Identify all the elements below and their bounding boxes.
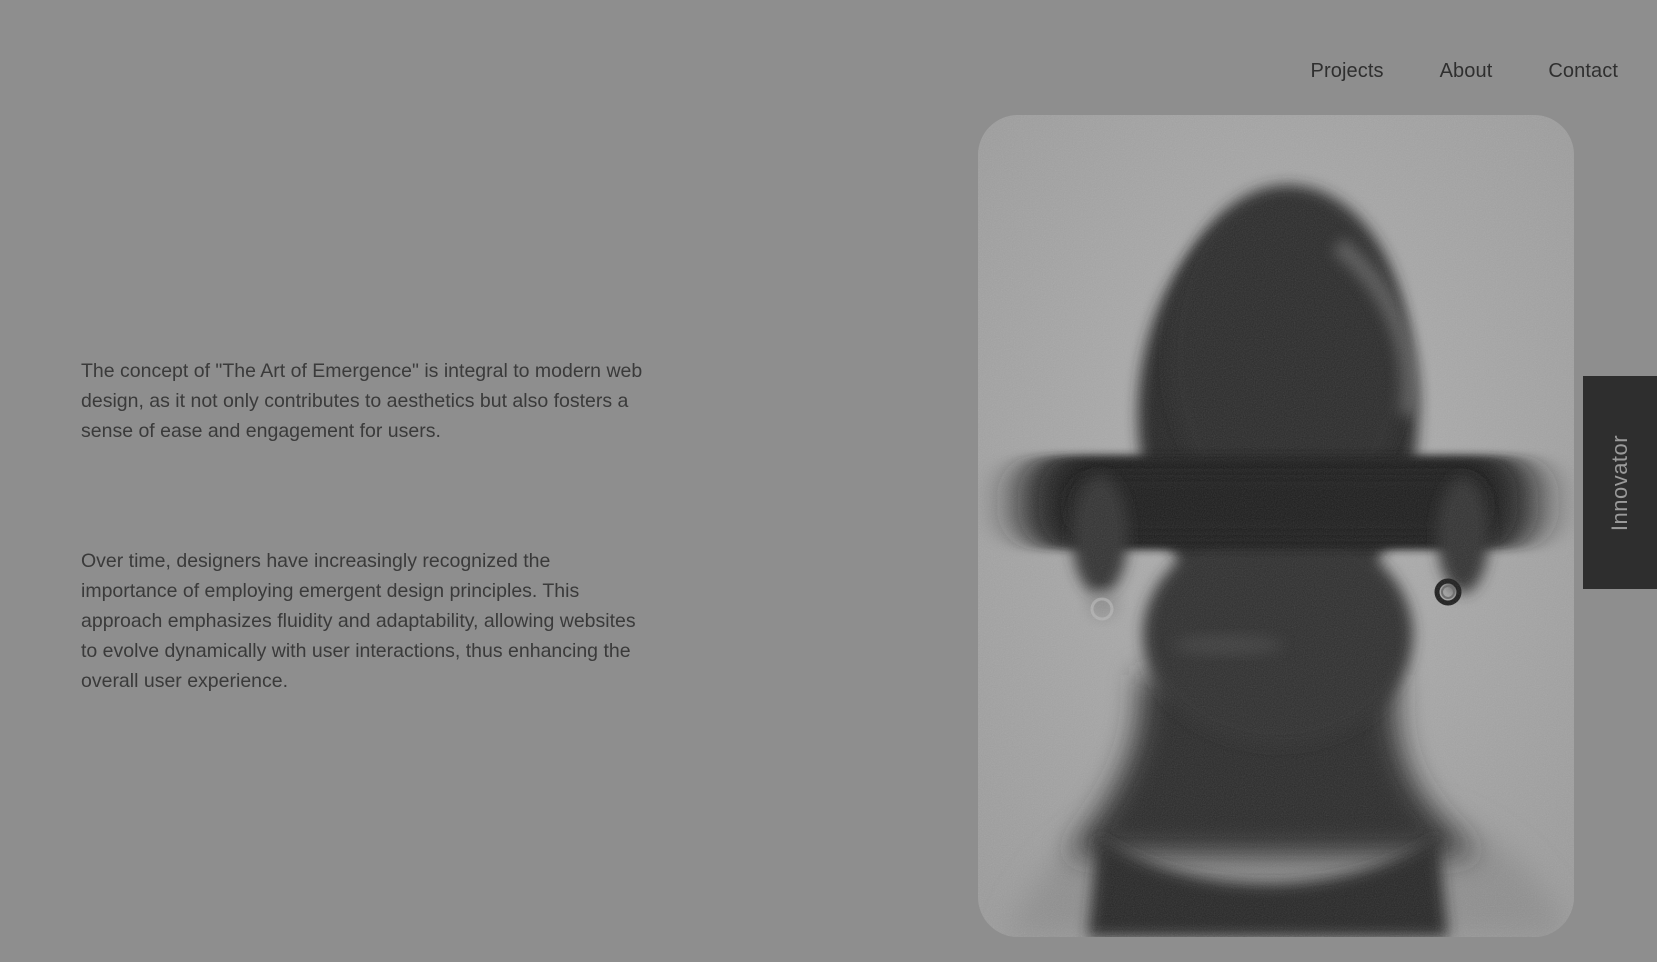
- portrait-image: [978, 115, 1574, 937]
- nav-link-about[interactable]: About: [1440, 60, 1493, 83]
- nav-link-projects[interactable]: Projects: [1311, 60, 1384, 83]
- side-tab-innovator[interactable]: Innovator: [1583, 376, 1657, 589]
- nav-link-contact[interactable]: Contact: [1548, 60, 1618, 83]
- top-nav: Projects About Contact: [1311, 60, 1618, 83]
- body-paragraph: Over time, designers have increasingly r…: [81, 550, 636, 692]
- page: Projects About Contact The concept of "T…: [0, 0, 1657, 962]
- intro-paragraph: The concept of "The Art of Emergence" is…: [81, 360, 643, 442]
- side-tab-label: Innovator: [1607, 434, 1633, 531]
